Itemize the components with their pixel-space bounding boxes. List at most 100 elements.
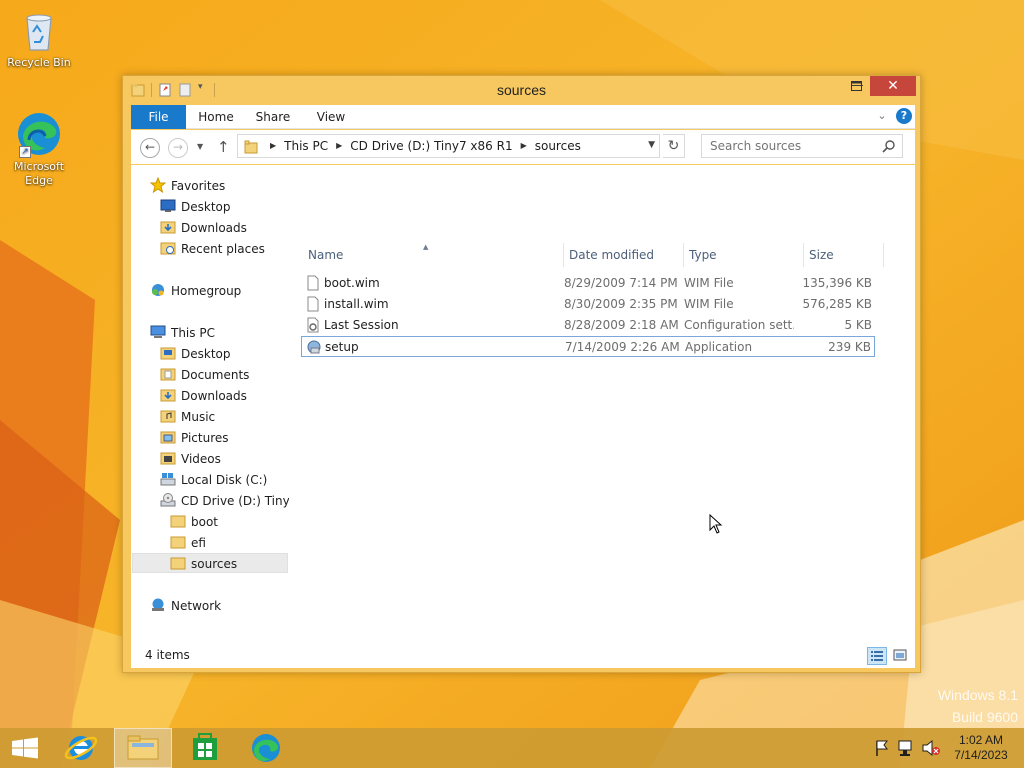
- mouse-cursor-icon: [709, 513, 723, 537]
- file-date: 7/14/2009 2:26 AM: [565, 340, 680, 354]
- column-divider[interactable]: [883, 243, 884, 267]
- nav-cd-sources[interactable]: sources: [132, 553, 288, 573]
- nav-pc-documents[interactable]: Documents: [160, 365, 249, 385]
- nav-homegroup[interactable]: Homegroup: [150, 281, 241, 301]
- file-size: 135,396 KB: [802, 276, 872, 290]
- edge-taskbar-icon[interactable]: [240, 728, 292, 768]
- expand-ribbon-icon[interactable]: ⌄: [875, 109, 889, 123]
- help-icon[interactable]: ?: [896, 108, 912, 124]
- nav-pc-pictures[interactable]: Pictures: [160, 428, 229, 448]
- column-divider[interactable]: [683, 243, 684, 267]
- folder-icon: [170, 555, 186, 571]
- tab-view[interactable]: View: [314, 105, 348, 129]
- nav-pc-desktop[interactable]: Desktop: [160, 344, 231, 364]
- search-icon[interactable]: [882, 139, 896, 153]
- nav-label: efi: [191, 536, 206, 550]
- star-icon: [149, 176, 167, 194]
- nav-this-pc[interactable]: This PC: [150, 323, 215, 343]
- column-divider[interactable]: [803, 243, 804, 267]
- explorer-window[interactable]: ▾ sources — ✕ File Home Share View ⌄ ? ←…: [122, 75, 921, 673]
- downloads-folder-icon: [160, 387, 176, 403]
- file-type: WIM File: [684, 276, 734, 290]
- nav-cd-boot[interactable]: boot: [170, 512, 218, 532]
- status-bar: 4 items: [131, 643, 915, 668]
- navigation-pane: Favorites Desktop Downloads Recent place…: [131, 165, 289, 643]
- network-tray-icon[interactable]: [896, 728, 916, 768]
- file-type: Configuration sett...: [684, 318, 794, 332]
- watermark-version: Windows 8.1: [937, 687, 1018, 703]
- desktop-icon: [160, 198, 176, 214]
- tab-file[interactable]: File: [131, 105, 186, 129]
- desktop-icon-edge[interactable]: ↗ Microsoft Edge: [1, 110, 77, 188]
- nav-pc-downloads[interactable]: Downloads: [160, 386, 247, 406]
- chevron-right-icon[interactable]: ▶: [521, 135, 527, 157]
- refresh-button[interactable]: ↻: [663, 134, 685, 158]
- nav-label: Pictures: [181, 431, 229, 445]
- maximize-button[interactable]: [843, 76, 869, 96]
- clock[interactable]: 1:02 AM 7/14/2023: [946, 733, 1016, 763]
- back-button[interactable]: ←: [140, 138, 160, 158]
- volume-muted-icon[interactable]: [920, 728, 942, 768]
- nav-cd-efi[interactable]: efi: [170, 533, 206, 553]
- nav-label: sources: [191, 557, 238, 571]
- title-bar[interactable]: ▾ sources — ✕: [123, 76, 920, 105]
- address-dropdown-icon[interactable]: ▼: [648, 140, 655, 150]
- file-row-selected[interactable]: setup 7/14/2009 2:26 AM Application 239 …: [301, 336, 875, 357]
- nav-label: This PC: [171, 326, 215, 340]
- file-row[interactable]: boot.wim 8/29/2009 7:14 PM WIM File 135,…: [301, 273, 875, 294]
- close-button[interactable]: ✕: [870, 76, 916, 96]
- file-icon: [305, 275, 321, 291]
- address-box[interactable]: ▶ This PC ▶ CD Drive (D:) Tiny7 x86 R1 ▶…: [237, 134, 660, 158]
- nav-favorites-recent-places[interactable]: Recent places: [160, 239, 265, 259]
- nav-label: Recent places: [181, 242, 265, 256]
- nav-label: CD Drive (D:) Tiny7 x: [181, 494, 289, 508]
- action-center-flag-icon[interactable]: [872, 728, 892, 768]
- column-divider[interactable]: [563, 243, 564, 267]
- file-explorer-icon[interactable]: [114, 728, 172, 768]
- nav-favorites[interactable]: Favorites: [149, 176, 225, 196]
- local-disk-icon: [160, 471, 176, 487]
- up-button[interactable]: ↑: [217, 138, 230, 156]
- tab-share[interactable]: Share: [254, 105, 292, 129]
- start-button[interactable]: [0, 728, 50, 768]
- file-row[interactable]: install.wim 8/30/2009 2:35 PM WIM File 5…: [301, 294, 875, 315]
- breadcrumb: ▶ This PC ▶ CD Drive (D:) Tiny7 x86 R1 ▶…: [262, 135, 581, 157]
- tab-home[interactable]: Home: [193, 105, 239, 129]
- nav-label: Downloads: [181, 221, 247, 235]
- column-header-name[interactable]: Name: [308, 243, 343, 267]
- crumb-sources[interactable]: sources: [535, 135, 581, 157]
- nav-label: Music: [181, 410, 216, 424]
- watermark-build: Build 9600: [951, 709, 1018, 725]
- nav-pc-cd-drive[interactable]: CD Drive (D:) Tiny7 x: [160, 491, 289, 511]
- recent-locations-icon[interactable]: ▼: [197, 142, 203, 151]
- chevron-right-icon[interactable]: ▶: [336, 135, 342, 157]
- nav-pc-local-disk[interactable]: Local Disk (C:): [160, 470, 267, 490]
- nav-label: Homegroup: [171, 284, 242, 298]
- large-icons-view-button[interactable]: [891, 647, 911, 665]
- edge-label: Microsoft Edge: [13, 160, 65, 187]
- chevron-right-icon[interactable]: ▶: [270, 135, 276, 157]
- nav-favorites-downloads[interactable]: Downloads: [160, 218, 247, 238]
- store-icon[interactable]: [180, 728, 230, 768]
- internet-explorer-icon[interactable]: [58, 728, 104, 768]
- search-field[interactable]: [701, 134, 903, 158]
- column-header-size[interactable]: Size: [809, 243, 834, 267]
- file-type: WIM File: [684, 297, 734, 311]
- column-header-date[interactable]: Date modified: [569, 243, 654, 267]
- column-header-type[interactable]: Type: [689, 243, 717, 267]
- crumb-cd-drive[interactable]: CD Drive (D:) Tiny7 x86 R1: [350, 135, 512, 157]
- nav-pc-music[interactable]: Music: [160, 407, 215, 427]
- crumb-this-pc[interactable]: This PC: [284, 135, 328, 157]
- file-name: boot.wim: [324, 276, 380, 290]
- search-input[interactable]: [702, 135, 872, 157]
- desktop-icon-recycle-bin[interactable]: Recycle Bin: [1, 6, 77, 70]
- file-row[interactable]: Last Session 8/28/2009 2:18 AM Configura…: [301, 315, 875, 336]
- details-view-button[interactable]: [867, 647, 887, 665]
- forward-button[interactable]: →: [168, 138, 188, 158]
- nav-pc-videos[interactable]: Videos: [160, 449, 221, 469]
- homegroup-icon: [150, 282, 166, 298]
- nav-label: Network: [171, 599, 222, 613]
- clock-date: 7/14/2023: [954, 748, 1008, 762]
- nav-network[interactable]: Network: [150, 596, 221, 616]
- nav-favorites-desktop[interactable]: Desktop: [160, 197, 231, 217]
